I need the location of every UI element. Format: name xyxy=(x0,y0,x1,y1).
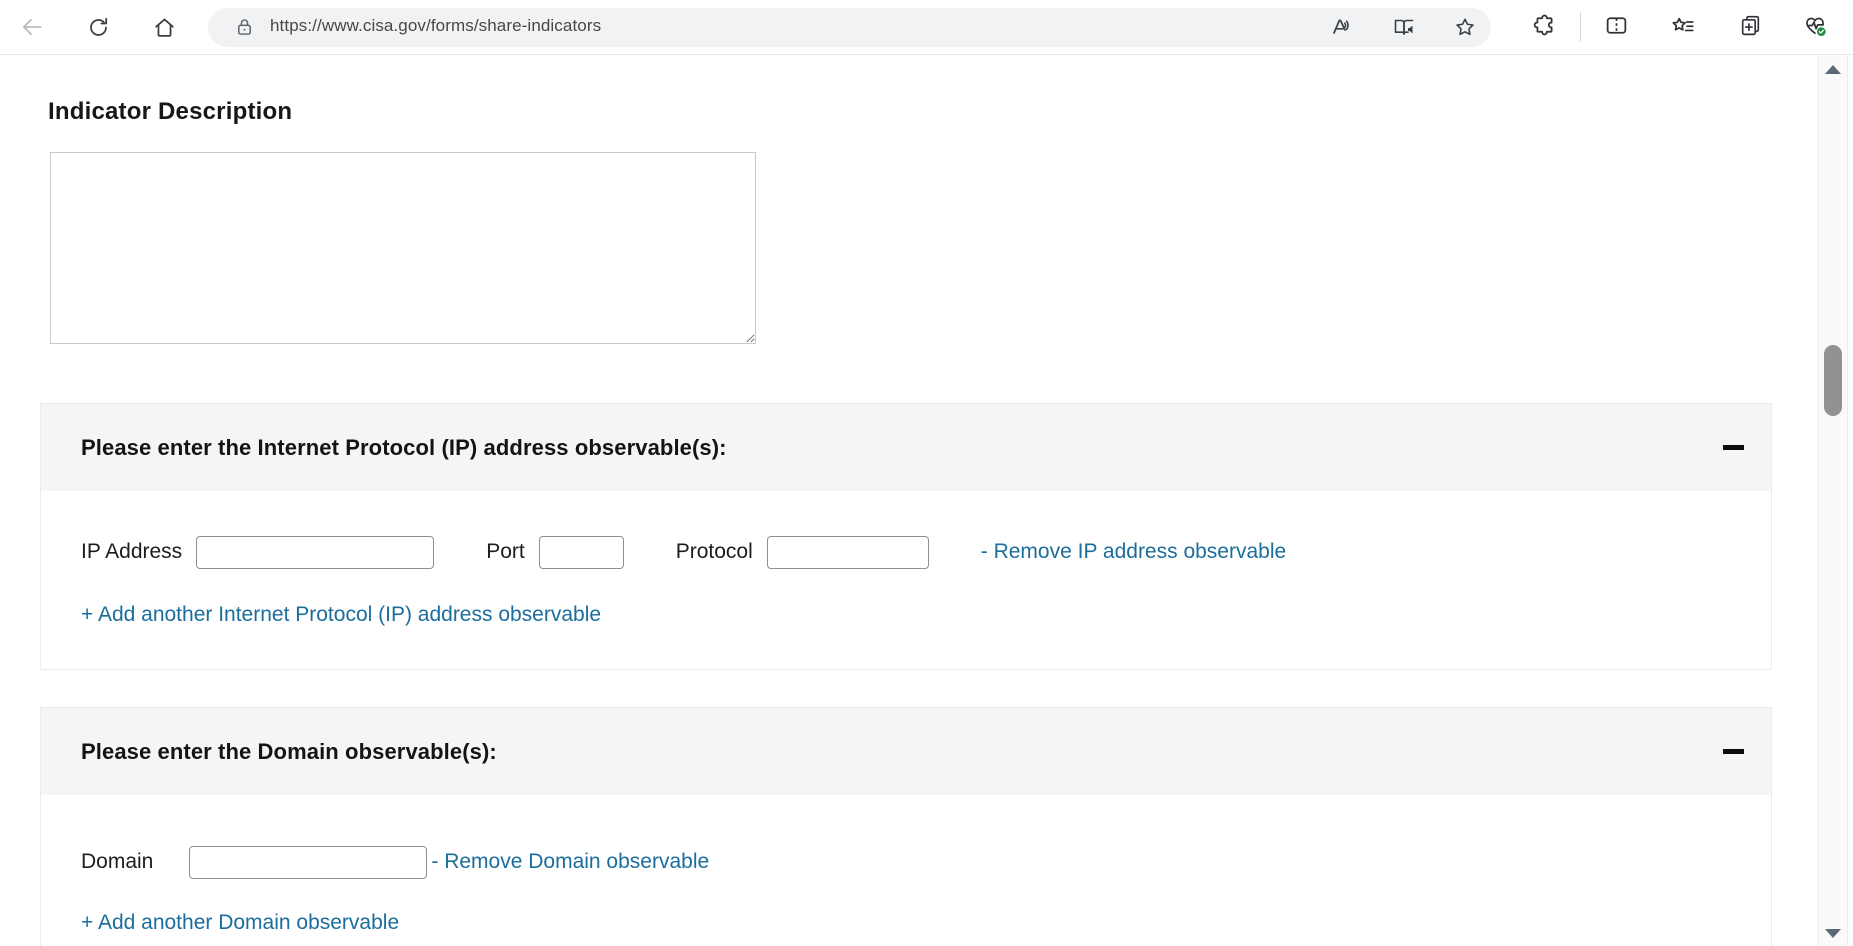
split-screen-button[interactable] xyxy=(1596,7,1636,47)
port-group: Port xyxy=(486,536,624,569)
domain-section-title: Please enter the Domain observable(s): xyxy=(81,739,497,765)
lock-icon xyxy=(234,17,255,43)
favorites-list-icon xyxy=(1670,13,1696,42)
browser-essentials-button[interactable] xyxy=(1795,7,1835,47)
ip-section-title: Please enter the Internet Protocol (IP) … xyxy=(81,435,727,461)
triangle-up-icon xyxy=(1825,65,1841,74)
extensions-button[interactable] xyxy=(1524,7,1564,47)
home-button[interactable] xyxy=(144,7,184,47)
port-input[interactable] xyxy=(539,536,624,569)
domain-field-row: Domain - Remove Domain observable xyxy=(81,844,709,880)
ip-section-header: Please enter the Internet Protocol (IP) … xyxy=(41,404,1771,491)
home-icon xyxy=(152,15,177,40)
ip-observables-section: Please enter the Internet Protocol (IP) … xyxy=(40,403,1772,670)
browser-essentials-icon xyxy=(1802,13,1828,42)
immersive-reader-icon xyxy=(1392,15,1416,42)
scrollbar-thumb[interactable] xyxy=(1824,345,1842,416)
collections-icon xyxy=(1738,13,1763,41)
add-ip-observable-link[interactable]: + Add another Internet Protocol (IP) add… xyxy=(81,603,601,627)
favorite-star-icon xyxy=(1453,15,1477,42)
triangle-down-icon xyxy=(1825,929,1841,938)
indicator-description-label: Indicator Description xyxy=(48,98,292,126)
remove-domain-observable-link[interactable]: - Remove Domain observable xyxy=(431,850,709,874)
url-text[interactable]: https://www.cisa.gov/forms/share-indicat… xyxy=(270,16,601,36)
domain-input[interactable] xyxy=(189,846,427,879)
favorite-star-button[interactable] xyxy=(1449,12,1481,44)
browser-toolbar: https://www.cisa.gov/forms/share-indicat… xyxy=(0,0,1853,55)
indicator-description-textarea[interactable] xyxy=(50,152,756,344)
collections-button[interactable] xyxy=(1730,7,1770,47)
protocol-label: Protocol xyxy=(676,540,753,564)
page-content: Indicator Description Please enter the I… xyxy=(0,56,1818,946)
read-aloud-icon xyxy=(1330,15,1354,42)
scroll-down-arrow[interactable] xyxy=(1819,926,1847,940)
minus-icon xyxy=(1723,749,1744,754)
refresh-button[interactable] xyxy=(78,7,118,47)
add-domain-observable-link[interactable]: + Add another Domain observable xyxy=(81,911,399,935)
address-bar[interactable]: https://www.cisa.gov/forms/share-indicat… xyxy=(208,8,1491,47)
back-icon xyxy=(19,14,45,40)
browser-window: https://www.cisa.gov/forms/share-indicat… xyxy=(0,0,1853,946)
ip-address-group: IP Address xyxy=(81,536,434,569)
protocol-group: Protocol xyxy=(676,536,929,569)
read-aloud-button[interactable] xyxy=(1326,12,1358,44)
collapse-ip-section-button[interactable] xyxy=(1711,426,1755,470)
port-label: Port xyxy=(486,540,525,564)
refresh-icon xyxy=(86,15,111,40)
minus-icon xyxy=(1723,445,1744,450)
ip-field-row: IP Address Port Protocol - Remove IP add… xyxy=(81,534,1286,570)
favorites-button[interactable] xyxy=(1663,7,1703,47)
back-button[interactable] xyxy=(12,7,52,47)
extensions-icon xyxy=(1532,13,1557,41)
protocol-input[interactable] xyxy=(767,536,929,569)
remove-ip-observable-link[interactable]: - Remove IP address observable xyxy=(981,540,1286,564)
domain-label: Domain xyxy=(81,850,153,874)
collapse-domain-section-button[interactable] xyxy=(1711,730,1755,774)
immersive-reader-button[interactable] xyxy=(1388,12,1420,44)
domain-observables-section: Please enter the Domain observable(s): D… xyxy=(40,707,1772,946)
split-screen-icon xyxy=(1604,13,1629,41)
scrollbar[interactable] xyxy=(1818,56,1848,946)
scroll-up-arrow[interactable] xyxy=(1819,62,1847,76)
ip-address-label: IP Address xyxy=(81,540,182,564)
domain-section-header: Please enter the Domain observable(s): xyxy=(41,708,1771,795)
toolbar-divider xyxy=(1580,12,1581,42)
ip-address-input[interactable] xyxy=(196,536,434,569)
